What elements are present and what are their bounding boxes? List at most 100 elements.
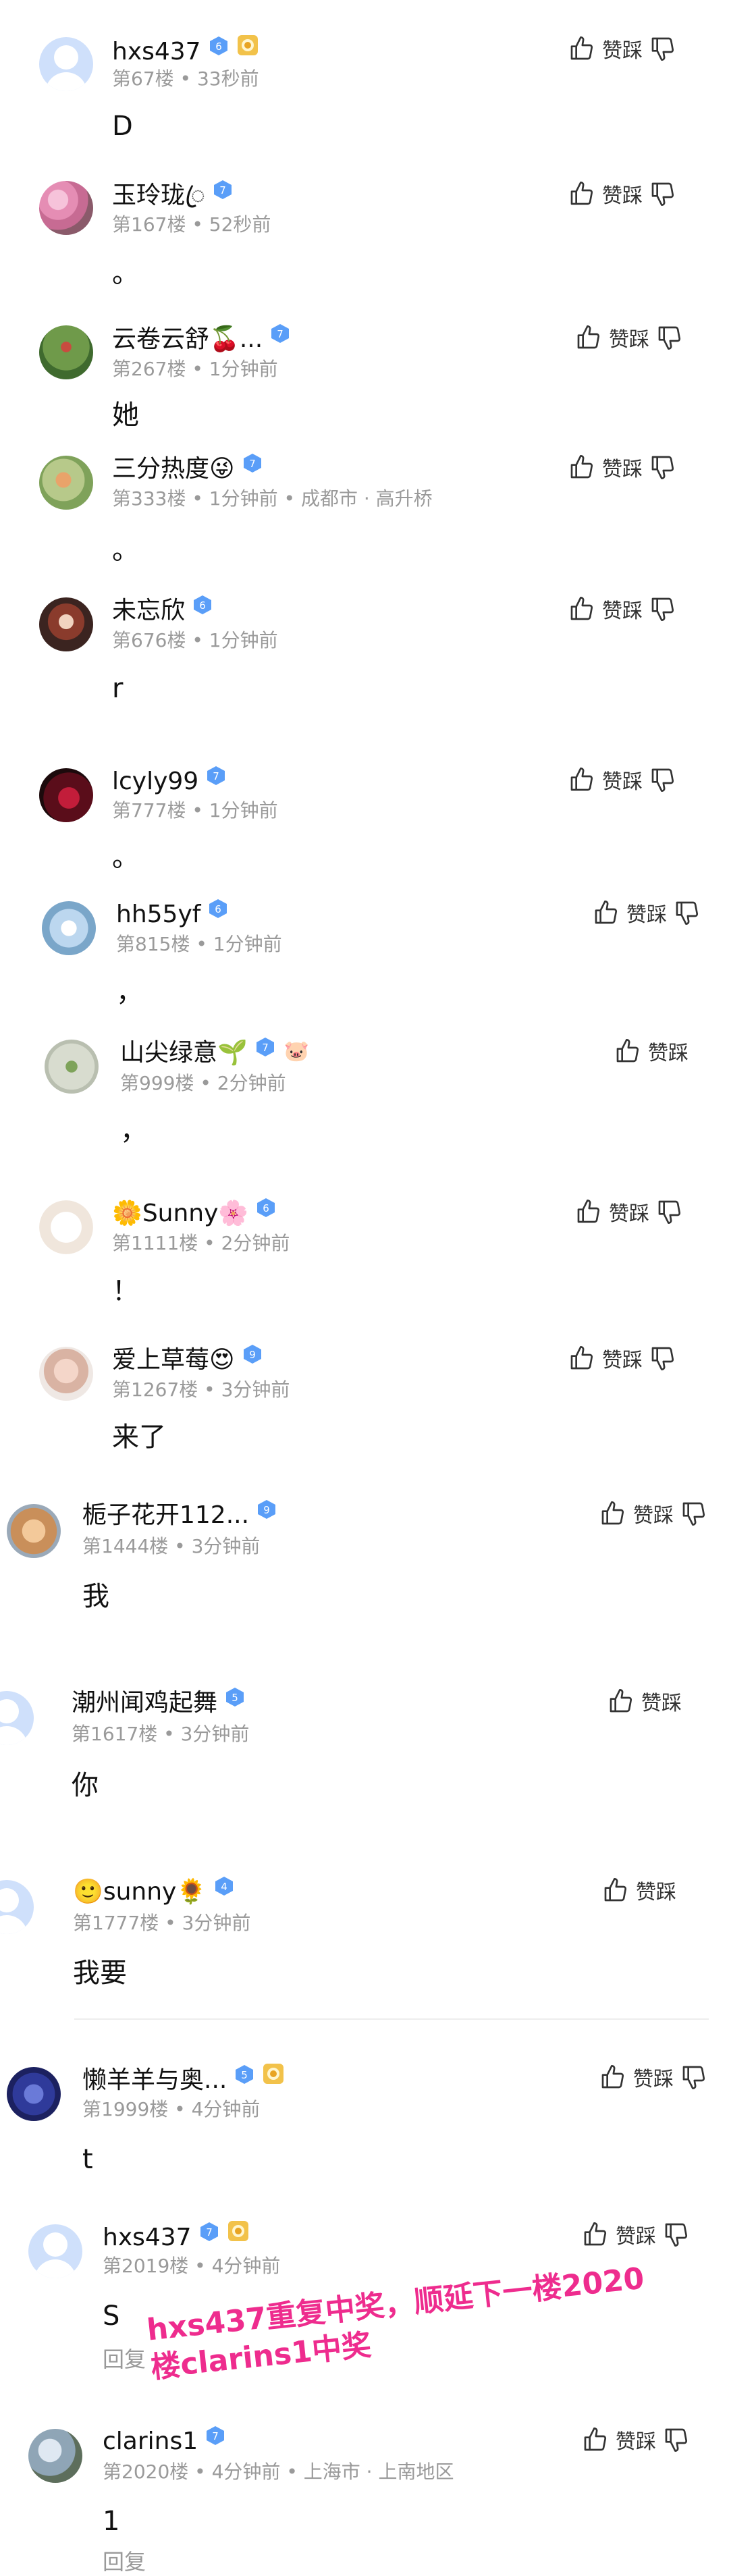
username[interactable]: 山尖绿意🌱 7 🐷 — [120, 1036, 309, 1068]
username[interactable]: hxs437 6 — [112, 34, 259, 67]
vote-label[interactable]: 赞踩 — [633, 1504, 674, 1528]
thumbs-down-icon[interactable] — [649, 180, 676, 207]
avatar[interactable] — [0, 1880, 34, 1934]
thumbs-up-icon[interactable] — [614, 1038, 641, 1065]
avatar[interactable] — [39, 456, 93, 510]
username[interactable]: lcyly99 7 — [112, 765, 227, 797]
vote-label[interactable]: 赞踩 — [602, 39, 643, 63]
avatar[interactable] — [0, 1691, 34, 1745]
vote-actions: 赞踩 — [568, 765, 676, 795]
thumbs-down-icon[interactable] — [656, 324, 683, 351]
thumbs-up-icon[interactable] — [599, 2064, 626, 2091]
vote-label[interactable]: 赞踩 — [626, 903, 667, 927]
username[interactable]: 懒羊羊与奥... 5 — [82, 2062, 285, 2095]
username[interactable]: 潮州闻鸡起舞 5 — [72, 1686, 246, 1718]
avatar[interactable] — [28, 2224, 82, 2278]
avatar[interactable] — [39, 768, 93, 822]
username-text[interactable]: 潮州闻鸡起舞 — [72, 1689, 217, 1717]
username-text[interactable]: 🌼Sunny🌸 — [112, 1200, 248, 1227]
username[interactable]: 三分热度😜 7 — [112, 452, 263, 484]
avatar[interactable] — [39, 1347, 93, 1401]
vote-label[interactable]: 赞踩 — [616, 2225, 656, 2249]
vote-label[interactable]: 赞踩 — [609, 1202, 649, 1226]
thumbs-down-icon[interactable] — [656, 1198, 683, 1225]
avatar[interactable] — [28, 2429, 82, 2483]
username-text[interactable]: 懒羊羊与奥... — [82, 2066, 227, 2094]
vote-label[interactable]: 赞踩 — [602, 1349, 643, 1372]
username[interactable]: 未忘欣 6 — [112, 594, 213, 626]
avatar[interactable] — [39, 181, 93, 235]
username[interactable]: 云卷云舒🍒... 7 — [112, 323, 291, 354]
thumbs-down-icon[interactable] — [663, 2426, 690, 2453]
comment-meta: 第2019楼 • 4分钟前 — [103, 2255, 281, 2277]
thumbs-up-icon[interactable] — [568, 180, 595, 207]
time-text: 1分钟前 — [213, 933, 282, 955]
username[interactable]: clarins1 7 — [103, 2425, 226, 2457]
vote-label[interactable]: 赞踩 — [609, 328, 649, 352]
vote-label[interactable]: 赞踩 — [648, 1042, 688, 1065]
thumbs-down-icon[interactable] — [649, 454, 676, 481]
vote-label[interactable]: 赞踩 — [636, 1881, 676, 1904]
thumbs-down-icon[interactable] — [649, 35, 676, 62]
vote-label[interactable]: 赞踩 — [602, 458, 643, 481]
username-text[interactable]: hh55yf — [116, 901, 200, 928]
vote-label[interactable]: 赞踩 — [641, 1692, 682, 1715]
thumbs-down-icon[interactable] — [674, 899, 701, 926]
thumbs-down-icon[interactable] — [649, 595, 676, 622]
thumbs-up-icon[interactable] — [568, 35, 595, 62]
username-text[interactable]: 🙂sunny🌻 — [73, 1878, 207, 1906]
avatar[interactable] — [39, 37, 93, 91]
username[interactable]: 🙂sunny🌻 4 — [73, 1875, 235, 1907]
username-text[interactable]: 山尖绿意🌱 — [120, 1039, 248, 1067]
reply-button[interactable]: 回复 — [103, 2545, 146, 2576]
avatar[interactable] — [39, 1200, 93, 1254]
vote-label[interactable]: 赞踩 — [633, 2068, 674, 2091]
thumbs-up-icon[interactable] — [575, 324, 602, 351]
avatar[interactable] — [45, 1040, 99, 1094]
vote-label[interactable]: 赞踩 — [616, 2430, 656, 2454]
avatar[interactable] — [39, 597, 93, 651]
username-text[interactable]: 未忘欣 — [112, 597, 185, 624]
thumbs-up-icon[interactable] — [602, 1877, 629, 1904]
thumbs-up-icon[interactable] — [608, 1688, 634, 1715]
thumbs-down-icon[interactable] — [649, 766, 676, 793]
username[interactable]: 爱上草莓😍 9 — [112, 1343, 263, 1375]
avatar[interactable] — [7, 2067, 61, 2121]
thumbs-down-icon[interactable] — [680, 2064, 707, 2091]
username-text[interactable]: 爱上草莓😍 — [112, 1346, 235, 1374]
thumbs-up-icon[interactable] — [599, 1500, 626, 1527]
vote-label[interactable]: 赞踩 — [602, 599, 643, 623]
avatar[interactable] — [42, 901, 96, 955]
vote-label[interactable]: 赞踩 — [602, 184, 643, 208]
thumbs-up-icon[interactable] — [575, 1198, 602, 1225]
thumbs-down-icon[interactable] — [680, 1500, 707, 1527]
username[interactable]: hh55yf 6 — [116, 898, 229, 930]
username[interactable]: 玉玲珑ꦿ 7 — [112, 179, 234, 211]
thumbs-up-icon[interactable] — [582, 2221, 609, 2248]
username-text[interactable]: hxs437 — [103, 2224, 192, 2251]
thumbs-up-icon[interactable] — [568, 454, 595, 481]
comment-text: 我 — [82, 1581, 109, 1612]
avatar[interactable] — [39, 325, 93, 379]
username[interactable]: 🌼Sunny🌸 6 — [112, 1197, 277, 1229]
reply-button[interactable]: 回复 — [103, 2342, 146, 2373]
username[interactable]: hxs437 7 — [103, 2220, 250, 2253]
username-text[interactable]: 栀子花开112... — [82, 1501, 249, 1529]
username-text[interactable]: hxs437 — [112, 38, 201, 65]
thumbs-up-icon[interactable] — [568, 595, 595, 622]
username-text[interactable]: 云卷云舒🍒... — [112, 325, 263, 353]
vote-label[interactable]: 赞踩 — [602, 770, 643, 794]
thumbs-up-icon[interactable] — [568, 1345, 595, 1372]
username-text[interactable]: lcyly99 — [112, 768, 198, 795]
level-badge-icon: 6 — [194, 595, 212, 614]
thumbs-down-icon[interactable] — [649, 1345, 676, 1372]
thumbs-up-icon[interactable] — [593, 899, 620, 926]
username-text[interactable]: clarins1 — [103, 2427, 198, 2455]
thumbs-down-icon[interactable] — [663, 2221, 690, 2248]
thumbs-up-icon[interactable] — [582, 2426, 609, 2453]
username[interactable]: 栀子花开112... 9 — [82, 1499, 277, 1530]
username-text[interactable]: 三分热度😜 — [112, 455, 235, 483]
avatar[interactable] — [7, 1504, 61, 1558]
username-text[interactable]: 玉玲珑ꦿ — [112, 182, 205, 209]
thumbs-up-icon[interactable] — [568, 766, 595, 793]
